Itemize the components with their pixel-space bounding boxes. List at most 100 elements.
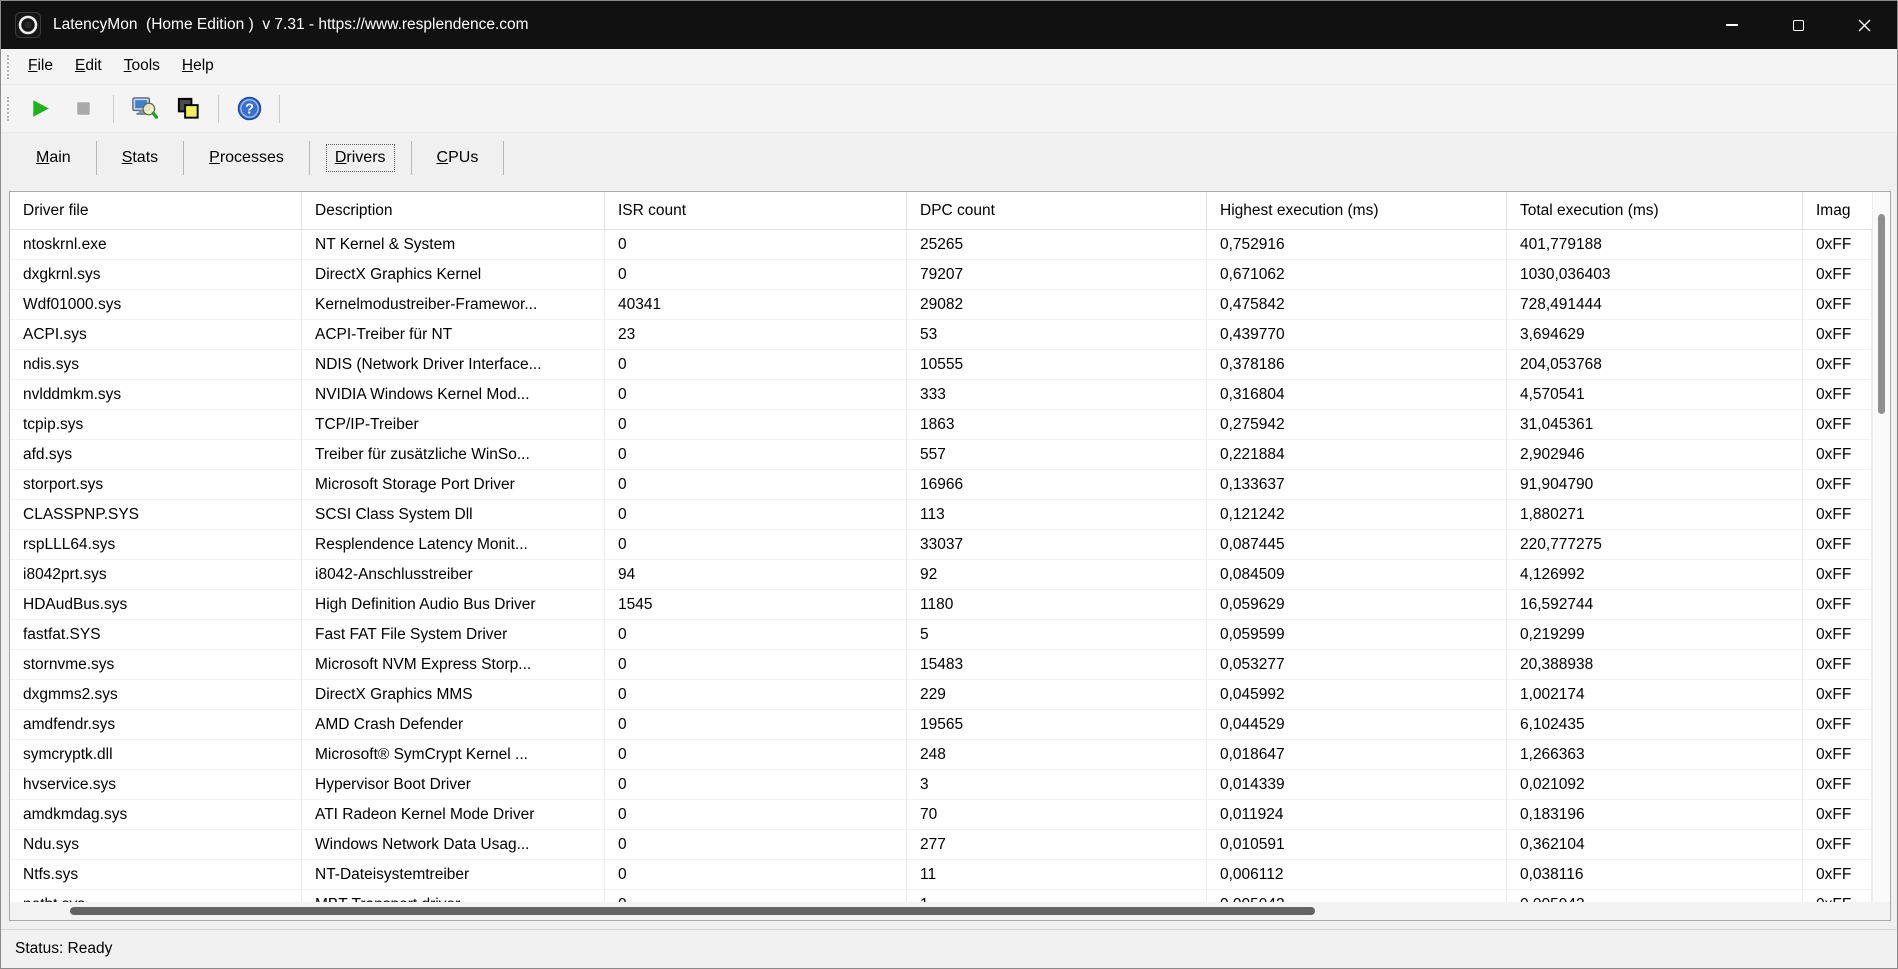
- cell-total-execution: 220,777275: [1507, 530, 1803, 560]
- svg-text:?: ?: [245, 102, 254, 118]
- cell-isr-count: 0: [605, 800, 907, 830]
- column-header-driver-file[interactable]: Driver file: [10, 192, 302, 230]
- table-row[interactable]: stornvme.sysMicrosoft NVM Express Storp.…: [10, 650, 1872, 680]
- tab-stats[interactable]: Stats: [97, 133, 183, 183]
- table-row[interactable]: netbt.sysMBT Transport driver010,0059420…: [10, 890, 1872, 902]
- cell-highest-execution: 0,439770: [1207, 320, 1507, 350]
- column-header-highest-execution[interactable]: Highest execution (ms): [1207, 192, 1507, 230]
- cell-dpc-count: 113: [907, 500, 1207, 530]
- cell-driver-file: nvlddmkm.sys: [10, 380, 302, 410]
- cell-isr-count: 0: [605, 260, 907, 290]
- menu-item-tools[interactable]: Tools: [113, 49, 171, 84]
- cell-total-execution: 4,570541: [1507, 380, 1803, 410]
- table-row[interactable]: hvservice.sysHypervisor Boot Driver030,0…: [10, 770, 1872, 800]
- table-row[interactable]: dxgmms2.sysDirectX Graphics MMS02290,045…: [10, 680, 1872, 710]
- stop-icon: [70, 95, 97, 122]
- cell-image-base: 0xFF: [1803, 800, 1872, 830]
- cell-driver-file: CLASSPNP.SYS: [10, 500, 302, 530]
- column-header-isr-count[interactable]: ISR count: [605, 192, 907, 230]
- cell-dpc-count: 5: [907, 620, 1207, 650]
- table-row[interactable]: ntoskrnl.exeNT Kernel & System0252650,75…: [10, 230, 1872, 260]
- cell-driver-file: Ntfs.sys: [10, 860, 302, 890]
- cell-description: SCSI Class System Dll: [302, 500, 605, 530]
- column-header-image-base[interactable]: Imag: [1803, 192, 1872, 230]
- cell-description: i8042-Anschlusstreiber: [302, 560, 605, 590]
- cell-total-execution: 4,126992: [1507, 560, 1803, 590]
- table-row[interactable]: fastfat.SYSFast FAT File System Driver05…: [10, 620, 1872, 650]
- tab-drivers[interactable]: Drivers: [310, 133, 411, 183]
- toolbar-gripper[interactable]: [7, 97, 11, 121]
- table-row[interactable]: CLASSPNP.SYSSCSI Class System Dll01130,1…: [10, 500, 1872, 530]
- cell-dpc-count: 248: [907, 740, 1207, 770]
- help-button[interactable]: ?: [229, 90, 269, 128]
- table-row[interactable]: Wdf01000.sysKernelmodustreiber-Framewor.…: [10, 290, 1872, 320]
- cell-total-execution: 0,183196: [1507, 800, 1803, 830]
- cell-image-base: 0xFF: [1803, 410, 1872, 440]
- table-row[interactable]: storport.sysMicrosoft Storage Port Drive…: [10, 470, 1872, 500]
- cell-highest-execution: 0,010591: [1207, 830, 1507, 860]
- cell-highest-execution: 0,221884: [1207, 440, 1507, 470]
- cell-dpc-count: 1863: [907, 410, 1207, 440]
- table-row[interactable]: rspLLL64.sysResplendence Latency Monit..…: [10, 530, 1872, 560]
- menu-item-help[interactable]: Help: [171, 49, 225, 84]
- cell-total-execution: 1,880271: [1507, 500, 1803, 530]
- maximize-button[interactable]: [1765, 1, 1831, 49]
- table-row[interactable]: ACPI.sysACPI-Treiber für NT23530,4397703…: [10, 320, 1872, 350]
- table-row[interactable]: nvlddmkm.sysNVIDIA Windows Kernel Mod...…: [10, 380, 1872, 410]
- table-row[interactable]: HDAudBus.sysHigh Definition Audio Bus Dr…: [10, 590, 1872, 620]
- cell-dpc-count: 3: [907, 770, 1207, 800]
- window-controls: [1699, 1, 1897, 49]
- tab-separator: [503, 141, 504, 175]
- horizontal-scrollbar[interactable]: [10, 902, 1872, 920]
- menu-item-file[interactable]: File: [17, 49, 64, 84]
- table-row[interactable]: amdkmdag.sysATI Radeon Kernel Mode Drive…: [10, 800, 1872, 830]
- close-button[interactable]: [1831, 1, 1897, 49]
- table-row[interactable]: ndis.sysNDIS (Network Driver Interface..…: [10, 350, 1872, 380]
- tab-main[interactable]: Main: [11, 133, 96, 183]
- cell-highest-execution: 0,014339: [1207, 770, 1507, 800]
- tab-cpus[interactable]: CPUs: [412, 133, 504, 183]
- menubar-gripper[interactable]: [7, 55, 11, 79]
- horizontal-scrollbar-thumb[interactable]: [70, 907, 1315, 915]
- cell-description: DirectX Graphics MMS: [302, 680, 605, 710]
- vertical-scrollbar-thumb[interactable]: [1878, 214, 1885, 414]
- copy-report-icon: [175, 95, 202, 122]
- copy-report-button[interactable]: [168, 90, 208, 128]
- table-row[interactable]: i8042prt.sysi8042-Anschlusstreiber94920,…: [10, 560, 1872, 590]
- cell-total-execution: 31,045361: [1507, 410, 1803, 440]
- save-screenshot-button[interactable]: [124, 90, 164, 128]
- tab-processes[interactable]: Processes: [184, 133, 309, 183]
- cell-highest-execution: 0,005942: [1207, 890, 1507, 902]
- cell-highest-execution: 0,121242: [1207, 500, 1507, 530]
- stop-monitor-button[interactable]: [63, 90, 103, 128]
- table-row[interactable]: afd.sysTreiber für zusätzliche WinSo... 0…: [10, 440, 1872, 470]
- cell-highest-execution: 0,133637: [1207, 470, 1507, 500]
- cell-highest-execution: 0,059629: [1207, 590, 1507, 620]
- table-row[interactable]: tcpip.sysTCP/IP-Treiber018630,27594231,0…: [10, 410, 1872, 440]
- table-row[interactable]: symcryptk.dllMicrosoft® SymCrypt Kernel …: [10, 740, 1872, 770]
- table-row[interactable]: Ntfs.sysNT-Dateisystemtreiber0110,006112…: [10, 860, 1872, 890]
- cell-image-base: 0xFF: [1803, 530, 1872, 560]
- cell-driver-file: Wdf01000.sys: [10, 290, 302, 320]
- column-header-total-execution[interactable]: Total execution (ms): [1507, 192, 1803, 230]
- toolbar-separator: [279, 95, 280, 123]
- vertical-scrollbar[interactable]: [1872, 192, 1890, 902]
- cell-description: NVIDIA Windows Kernel Mod...: [302, 380, 605, 410]
- table-row[interactable]: dxgkrnl.sysDirectX Graphics Kernel079207…: [10, 260, 1872, 290]
- cell-isr-count: 0: [605, 890, 907, 902]
- column-header-dpc-count[interactable]: DPC count: [907, 192, 1207, 230]
- column-header-description[interactable]: Description: [302, 192, 605, 230]
- status-bar: Status: Ready: [1, 929, 1897, 968]
- cell-description: Treiber für zusätzliche WinSo...: [302, 440, 605, 470]
- cell-image-base: 0xFF: [1803, 260, 1872, 290]
- minimize-button[interactable]: [1699, 1, 1765, 49]
- cell-dpc-count: 79207: [907, 260, 1207, 290]
- drivers-table: Driver fileDescriptionISR countDPC count…: [9, 191, 1891, 921]
- start-monitor-button[interactable]: [19, 90, 59, 128]
- table-row[interactable]: Ndu.sysWindows Network Data Usag...02770…: [10, 830, 1872, 860]
- menu-item-edit[interactable]: Edit: [64, 49, 113, 84]
- cell-driver-file: tcpip.sys: [10, 410, 302, 440]
- cell-driver-file: afd.sys: [10, 440, 302, 470]
- cell-dpc-count: 277: [907, 830, 1207, 860]
- table-row[interactable]: amdfendr.sysAMD Crash Defender0195650,04…: [10, 710, 1872, 740]
